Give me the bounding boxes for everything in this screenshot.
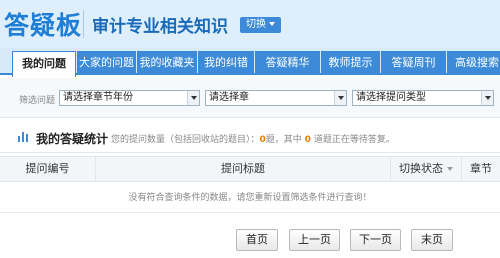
stats-text-before: 您的提问数量（包括回收站的题目）： xyxy=(111,135,260,145)
filter-label: 筛选问题 xyxy=(19,96,56,106)
main-nav-tabs: 我的问题 大家的问题 我的收藏夹 我的纠错 答疑精华 教师提示 答疑周刊 高级搜… xyxy=(0,48,500,77)
question-type-select-value: 请选择提问类型 xyxy=(356,92,426,103)
chapter-select-value: 请选择章 xyxy=(209,92,249,103)
table-header: 提问编号 提问标题 切换状态 章节 xyxy=(0,156,500,182)
year-select[interactable]: 请选择章节年份 xyxy=(59,90,200,106)
header-divider xyxy=(83,10,84,38)
tab-my-corrections[interactable]: 我的纠错 xyxy=(198,51,254,75)
course-title: 审计专业相关知识 xyxy=(92,17,228,37)
empty-table-message: 没有符合查询条件的数据，请您重新设置筛选条件进行查询！ xyxy=(0,183,500,213)
pending-question-count: 0 xyxy=(304,135,311,145)
tab-everyones-questions[interactable]: 大家的问题 xyxy=(77,51,136,75)
tab-qa-highlights[interactable]: 答疑精华 xyxy=(255,51,320,75)
tab-advanced-search[interactable]: 高级搜索 xyxy=(447,51,500,75)
tab-qa-weekly[interactable]: 答疑周刊 xyxy=(381,51,446,75)
column-status-label: 切换状态 xyxy=(399,162,443,175)
first-page-button[interactable]: 首页 xyxy=(236,229,278,251)
stats-section: 我的答疑统计 您的提问数量（包括回收站的题目）：0题，其中 0 道题正在等待答复… xyxy=(0,121,500,153)
app-logo: 答疑板 xyxy=(4,11,83,40)
chapter-select[interactable]: 请选择章 xyxy=(205,90,347,106)
question-type-select[interactable]: 请选择提问类型 xyxy=(352,90,494,106)
stats-title: 我的答疑统计 xyxy=(36,132,109,146)
switch-label: 切换 xyxy=(246,19,266,30)
pagination: 首页 上一页 下一页 末页 xyxy=(0,229,500,251)
top-header: 答疑板 审计专业相关知识 切换 xyxy=(0,0,500,48)
sort-arrow-icon xyxy=(447,167,453,171)
stats-summary: 您的提问数量（包括回收站的题目）：0题，其中 0 道题正在等待答复。 xyxy=(111,132,395,145)
year-select-value: 请选择章节年份 xyxy=(63,92,133,103)
bar-chart-icon xyxy=(18,132,28,142)
dropdown-arrow-icon xyxy=(481,91,493,105)
tab-my-questions[interactable]: 我的问题 xyxy=(12,51,76,77)
next-page-button[interactable]: 下一页 xyxy=(350,229,401,251)
dropdown-arrow-icon xyxy=(334,91,346,105)
previous-page-button[interactable]: 上一页 xyxy=(289,229,340,251)
tab-teacher-tips[interactable]: 教师提示 xyxy=(321,51,380,75)
column-question-id: 提问编号 xyxy=(25,162,70,175)
filter-bar: 筛选问题 请选择章节年份 请选择章 请选择提问类型 xyxy=(0,78,500,118)
switch-course-button[interactable]: 切换 xyxy=(240,17,281,33)
last-page-button[interactable]: 末页 xyxy=(411,229,453,251)
stats-text-middle: 题，其中 xyxy=(265,135,302,145)
dropdown-arrow-icon xyxy=(187,91,199,105)
tab-my-favorites[interactable]: 我的收藏夹 xyxy=(137,51,197,75)
column-status[interactable]: 切换状态 xyxy=(391,157,461,181)
column-chapter: 章节 xyxy=(470,162,492,175)
column-question-title: 提问标题 xyxy=(221,162,265,175)
chevron-down-icon xyxy=(269,22,275,26)
stats-text-after: 道题正在等待答复。 xyxy=(313,135,395,145)
